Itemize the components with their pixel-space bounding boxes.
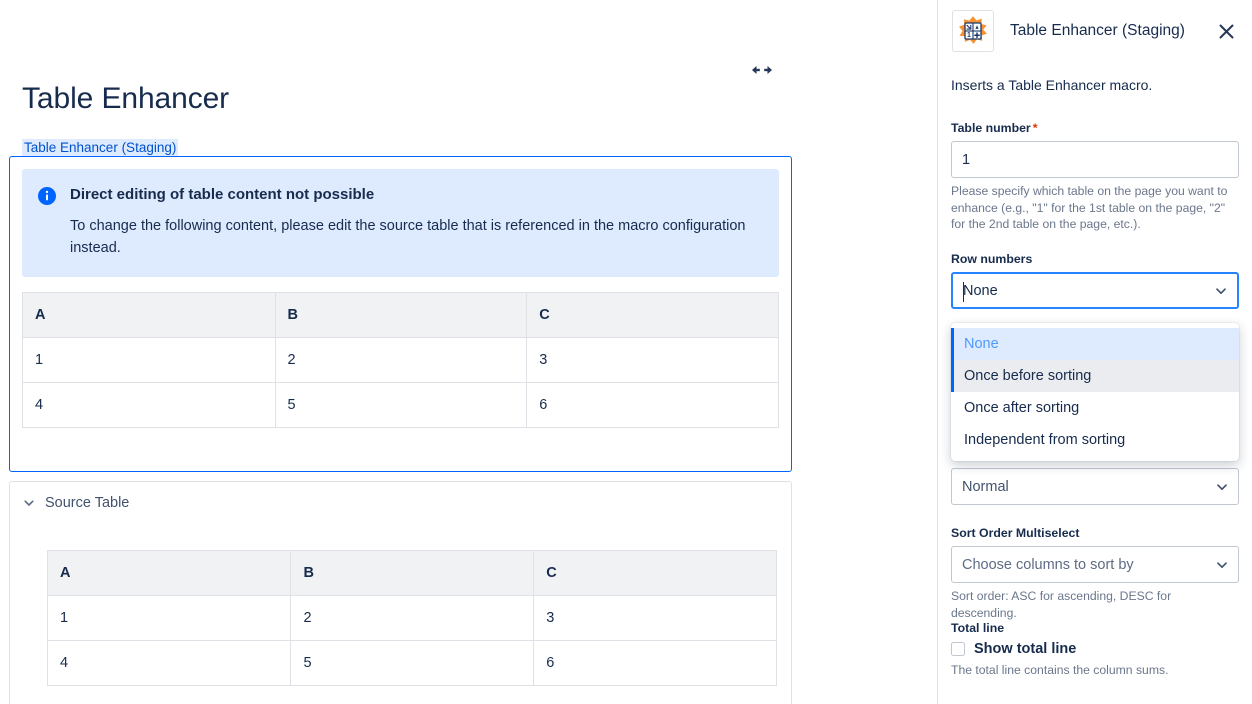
total-line-help: The total line contains the column sums.: [951, 662, 1239, 679]
table-row: 4 5 6: [23, 383, 779, 428]
horizontal-resize-icon[interactable]: [748, 59, 776, 81]
rendered-table: A B C 1 2 3 4 5: [22, 292, 779, 428]
table-number-help: Please specify which table on the page y…: [951, 183, 1239, 233]
table-cell: 5: [291, 641, 534, 686]
table-cell: 4: [48, 641, 291, 686]
table-number-label-text: Table number: [951, 121, 1031, 135]
field-table-number: Table number* Please specify which table…: [951, 121, 1239, 233]
info-title: Direct editing of table content not poss…: [70, 185, 763, 205]
row-numbers-select[interactable]: None: [951, 272, 1239, 309]
dropdown-option-independent-from-sorting[interactable]: Independent from sorting: [951, 424, 1239, 456]
table-enhancer-app-icon: 1: [952, 10, 994, 52]
table-cell: 2: [275, 338, 527, 383]
table-header-cell: A: [48, 551, 291, 596]
table-cell: 3: [527, 338, 779, 383]
editor-area: Table Enhancer Table Enhancer (Staging) …: [0, 0, 937, 704]
table-cell: 2: [291, 596, 534, 641]
panel-description: Inserts a Table Enhancer macro.: [951, 75, 1241, 95]
macro-config-panel: 1 Table Enhancer (Staging) Inserts a Tab…: [937, 0, 1252, 704]
source-table: A B C 1 2 3 4 5: [47, 550, 777, 686]
field-style: Normal: [951, 468, 1239, 505]
table-cell: 1: [23, 338, 276, 383]
source-table-block: Source Table A B C 1 2: [9, 481, 792, 704]
chevron-down-icon[interactable]: [1214, 284, 1228, 298]
required-marker: *: [1033, 121, 1038, 135]
macro-body[interactable]: Direct editing of table content not poss…: [9, 156, 792, 472]
source-table-toggle[interactable]: Source Table: [22, 495, 129, 511]
table-header-row: A B C: [23, 293, 779, 338]
dropdown-option-once-before-sorting[interactable]: Once before sorting: [951, 360, 1239, 392]
table-number-label: Table number*: [951, 121, 1239, 135]
table-cell: 4: [23, 383, 276, 428]
row-numbers-label: Row numbers: [951, 252, 1239, 266]
chevron-down-icon: [22, 496, 36, 510]
close-icon[interactable]: [1213, 18, 1239, 44]
field-total-line: Total line Show total line The total lin…: [951, 621, 1239, 679]
chevron-down-icon[interactable]: [1215, 480, 1229, 494]
info-icon: [38, 187, 56, 205]
sort-order-placeholder: Choose columns to sort by: [962, 557, 1134, 573]
text-cursor: [963, 282, 964, 302]
row-numbers-dropdown-menu[interactable]: None Once before sorting Once after sort…: [951, 323, 1239, 461]
table-cell: 1: [48, 596, 291, 641]
page-title: Table Enhancer: [22, 82, 229, 116]
source-table-title: Source Table: [45, 495, 129, 511]
sort-order-label: Sort Order Multiselect: [951, 526, 1239, 540]
style-value: Normal: [962, 479, 1009, 495]
table-header-cell: C: [527, 293, 779, 338]
table-cell: 3: [534, 596, 777, 641]
info-panel: Direct editing of table content not poss…: [22, 169, 779, 277]
table-header-cell: B: [275, 293, 527, 338]
app-root: Table Enhancer Table Enhancer (Staging) …: [0, 0, 1252, 704]
dropdown-option-once-after-sorting[interactable]: Once after sorting: [951, 392, 1239, 424]
show-total-line-label: Show total line: [974, 641, 1076, 657]
chevron-down-icon[interactable]: [1215, 558, 1229, 572]
table-header-cell: B: [291, 551, 534, 596]
table-header-row: A B C: [48, 551, 777, 596]
sort-order-help: Sort order: ASC for ascending, DESC for …: [951, 588, 1239, 621]
field-row-numbers: Row numbers None: [951, 252, 1239, 309]
sort-order-select[interactable]: Choose columns to sort by: [951, 546, 1239, 583]
table-header-cell: C: [534, 551, 777, 596]
svg-text:1: 1: [967, 32, 971, 39]
style-select[interactable]: Normal: [951, 468, 1239, 505]
rendered-table-wrapper: A B C 1 2 3 4 5: [22, 292, 779, 428]
field-sort-order-multiselect: Sort Order Multiselect Choose columns to…: [951, 526, 1239, 621]
source-table-wrapper: A B C 1 2 3 4 5: [47, 550, 777, 686]
table-row: 1 2 3: [48, 596, 777, 641]
panel-title: Table Enhancer (Staging): [1010, 22, 1213, 40]
row-numbers-value: None: [963, 283, 998, 299]
info-text: Direct editing of table content not poss…: [70, 185, 763, 259]
table-number-input[interactable]: [951, 141, 1239, 178]
dropdown-option-none[interactable]: None: [951, 328, 1239, 360]
total-line-label: Total line: [951, 621, 1239, 635]
table-row: 1 2 3: [23, 338, 779, 383]
panel-header: 1 Table Enhancer (Staging): [938, 0, 1252, 62]
table-header-cell: A: [23, 293, 276, 338]
table-cell: 5: [275, 383, 527, 428]
show-total-line-row[interactable]: Show total line: [951, 641, 1239, 657]
info-description: To change the following content, please …: [70, 215, 763, 259]
table-cell: 6: [534, 641, 777, 686]
table-cell: 6: [527, 383, 779, 428]
table-row: 4 5 6: [48, 641, 777, 686]
show-total-line-checkbox[interactable]: [951, 642, 965, 656]
